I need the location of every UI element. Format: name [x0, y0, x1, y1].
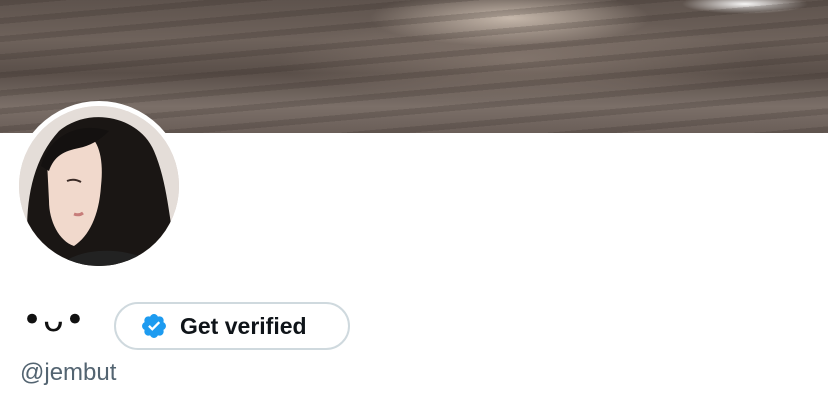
- verified-badge-icon: [140, 312, 168, 340]
- get-verified-button[interactable]: Get verified: [114, 302, 350, 350]
- user-handle: @jembut: [20, 359, 117, 386]
- avatar[interactable]: [14, 101, 184, 271]
- avatar-image: [19, 106, 179, 266]
- display-name: •ᴗ•: [22, 300, 86, 340]
- get-verified-label: Get verified: [180, 312, 307, 339]
